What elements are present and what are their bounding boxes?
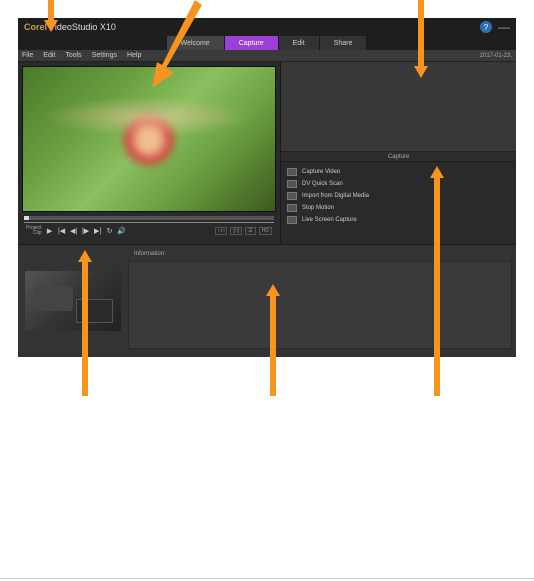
device-panel <box>18 245 128 357</box>
step-tabs: Welcome Capture Edit Share <box>18 36 516 50</box>
next-frame-button[interactable]: |▶ <box>82 227 90 235</box>
minimize-button[interactable]: — <box>498 20 510 34</box>
tab-welcome[interactable]: Welcome <box>167 36 225 50</box>
end-button[interactable]: ▶| <box>94 227 102 235</box>
titlebar-controls: ? — <box>480 20 510 34</box>
media-icon <box>287 192 297 200</box>
volume-button[interactable]: 🔊 <box>118 227 126 235</box>
title-product: VideoStudio X10 <box>49 22 116 32</box>
workspace: Project Clip ▶ |◀ ◀| |▶ ▶| ↻ 🔊 □□ [ <box>18 62 516 357</box>
upper-row: Project Clip ▶ |◀ ◀| |▶ ▶| ↻ 🔊 □□ [ <box>18 62 516 244</box>
tab-share[interactable]: Share <box>320 36 368 50</box>
hd-button[interactable]: HD <box>259 227 272 235</box>
menu-tools[interactable]: Tools <box>65 52 81 59</box>
playback-controls: Project Clip ▶ |◀ ◀| |▶ ▶| ↻ 🔊 □□ [ <box>22 223 276 239</box>
page-divider <box>0 578 534 579</box>
right-panel: Capture Capture Video DV Quick Scan Impo… <box>280 62 516 244</box>
display-controls: □□ [□] ☰ HD <box>215 227 272 235</box>
menu-settings[interactable]: Settings <box>92 52 117 59</box>
import-digital-option[interactable]: Import from Digital Media <box>287 190 510 202</box>
information-body <box>128 261 512 349</box>
dv-icon <box>287 180 297 188</box>
tab-capture[interactable]: Capture <box>225 36 279 50</box>
stop-motion-option[interactable]: Stop Motion <box>287 202 510 214</box>
screen-icon <box>287 216 297 224</box>
menu-edit[interactable]: Edit <box>43 52 55 59</box>
library-area <box>281 62 516 152</box>
menubar: File Edit Tools Settings Help 2017-01-23… <box>18 50 516 62</box>
camera-icon <box>25 271 121 331</box>
information-header: Information: <box>128 249 516 259</box>
help-icon[interactable]: ? <box>480 21 492 33</box>
scrubber[interactable] <box>24 216 274 220</box>
date-label: 2017-01-23, <box>480 53 512 59</box>
title-brand: Corel <box>24 22 47 32</box>
capture-options: Capture Video DV Quick Scan Import from … <box>281 162 516 244</box>
enlarge-button[interactable]: [□] <box>230 227 242 235</box>
screen-capture-option[interactable]: Live Screen Capture <box>287 214 510 226</box>
capture-header: Capture <box>281 152 516 162</box>
transport-buttons: ▶ |◀ ◀| |▶ ▶| ↻ 🔊 <box>46 227 126 235</box>
home-button[interactable]: |◀ <box>58 227 66 235</box>
stopmotion-icon <box>287 204 297 212</box>
repeat-button[interactable]: ↻ <box>106 227 114 235</box>
tab-edit[interactable]: Edit <box>279 36 320 50</box>
dv-quickscan-option[interactable]: DV Quick Scan <box>287 178 510 190</box>
app-window: Corel VideoStudio X10 ? — Welcome Captur… <box>18 18 516 357</box>
camcorder-icon <box>287 168 297 176</box>
preview-panel: Project Clip ▶ |◀ ◀| |▶ ▶| ↻ 🔊 □□ [ <box>18 62 280 244</box>
play-button[interactable]: ▶ <box>46 227 54 235</box>
lower-row: Information: <box>18 244 516 357</box>
menu-file[interactable]: File <box>22 52 33 59</box>
split-button[interactable]: □□ <box>215 227 227 235</box>
titlebar: Corel VideoStudio X10 ? — <box>18 18 516 36</box>
playback-mode[interactable]: Project Clip <box>26 226 42 236</box>
capture-video-option[interactable]: Capture Video <box>287 166 510 178</box>
information-panel: Information: <box>128 245 516 357</box>
preview-image <box>22 66 276 212</box>
prev-frame-button[interactable]: ◀| <box>70 227 78 235</box>
layout-button[interactable]: ☰ <box>245 227 255 235</box>
menu-help[interactable]: Help <box>127 52 141 59</box>
